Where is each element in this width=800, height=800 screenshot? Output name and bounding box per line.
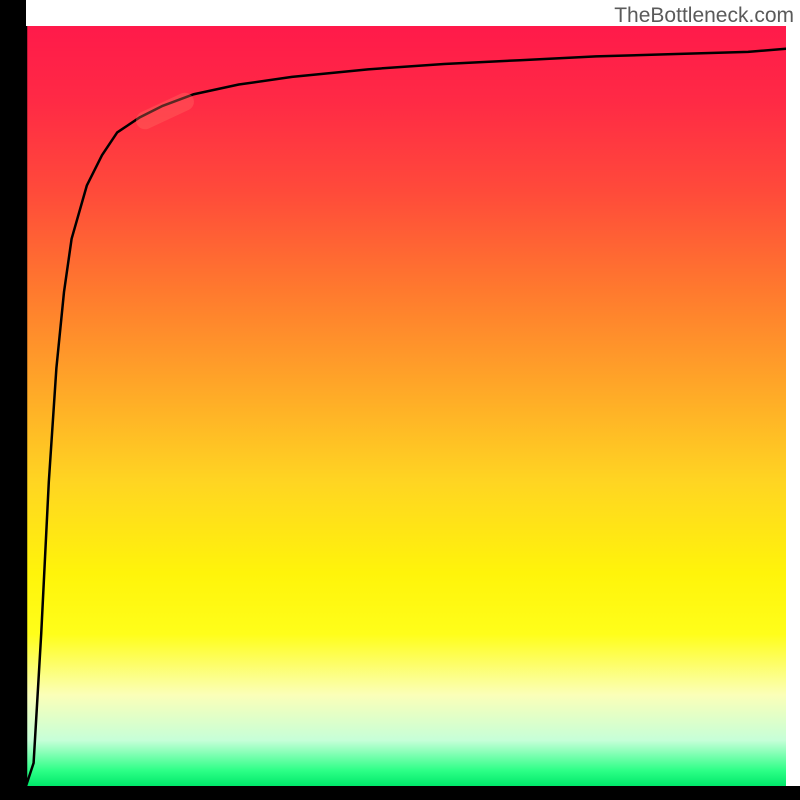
x-axis [0, 786, 800, 800]
y-axis [0, 0, 26, 800]
credit-label: TheBottleneck.com [614, 4, 794, 28]
chart-container: TheBottleneck.com [0, 0, 800, 800]
curve-svg [26, 26, 786, 786]
plot-area [26, 26, 786, 786]
bottleneck-curve [26, 26, 786, 786]
